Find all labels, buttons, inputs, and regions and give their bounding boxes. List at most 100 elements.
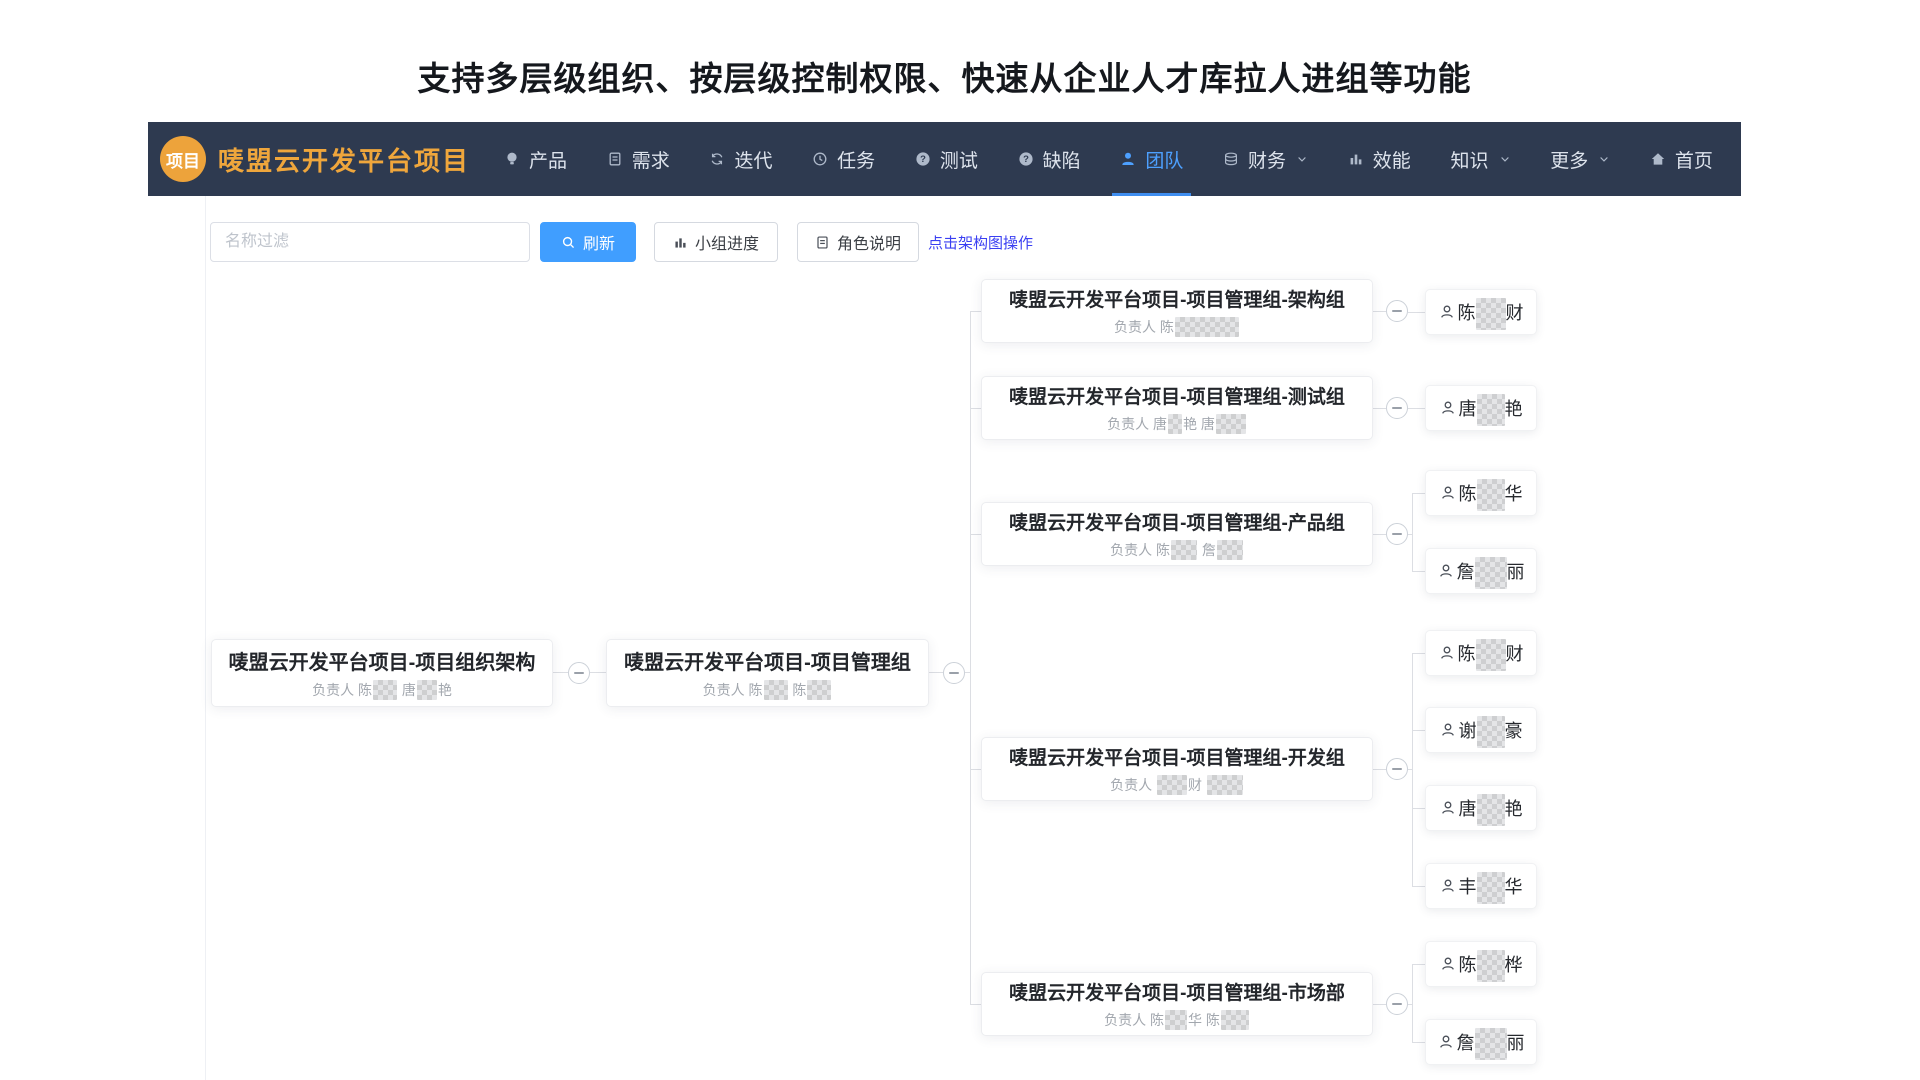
text-fragment: 丽 xyxy=(1507,562,1525,582)
member-node[interactable]: 陈财 xyxy=(1425,289,1537,335)
question-circle-icon: ? xyxy=(1018,151,1034,167)
connector-line xyxy=(929,672,943,673)
connector-line xyxy=(1412,808,1425,809)
collapse-toggle[interactable] xyxy=(1386,397,1408,419)
redacted-mosaic xyxy=(1477,794,1505,826)
org-root-node[interactable]: 唛盟云开发平台项目-项目组织架构 负责人 陈 唐艳 xyxy=(211,639,553,707)
node-leader: 负责人 陈 唐艳 xyxy=(312,680,452,700)
group-node-marketing[interactable]: 唛盟云开发平台项目-项目管理组-市场部 负责人 陈 华 陈 xyxy=(981,972,1373,1036)
member-node[interactable]: 唐艳 xyxy=(1425,785,1537,831)
role-description-button[interactable]: 角色说明 xyxy=(797,222,919,262)
nav-item-performance[interactable]: 效能 xyxy=(1348,122,1411,196)
group-node-testing[interactable]: 唛盟云开发平台项目-项目管理组-测试组 负责人 唐艳 唐 xyxy=(981,376,1373,440)
nav-label: 缺陷 xyxy=(1043,146,1081,173)
member-node[interactable]: 詹丽 xyxy=(1425,548,1537,594)
group-node-architecture[interactable]: 唛盟云开发平台项目-项目管理组-架构组 负责人 陈 xyxy=(981,279,1373,343)
nav-item-tasks[interactable]: 任务 xyxy=(812,122,875,196)
text-fragment: 财 xyxy=(1506,644,1524,664)
nav-item-more[interactable]: 更多 xyxy=(1550,122,1610,196)
nav-item-requirements[interactable]: 需求 xyxy=(607,122,670,196)
member-node[interactable]: 陈桦 xyxy=(1425,941,1537,987)
member-node[interactable]: 詹丽 xyxy=(1425,1019,1537,1065)
text-fragment: 财 xyxy=(1506,303,1524,323)
member-name: 詹丽 xyxy=(1457,1029,1525,1055)
nav-item-knowledge[interactable]: 知识 xyxy=(1450,122,1510,196)
node-leader: 负责人 陈 xyxy=(1114,317,1240,337)
member-node[interactable]: 谢豪 xyxy=(1425,707,1537,753)
connector-line xyxy=(970,1004,981,1005)
person-outline-icon xyxy=(1438,1034,1454,1050)
redacted-mosaic xyxy=(1476,298,1506,330)
nav-item-product[interactable]: 产品 xyxy=(504,122,567,196)
nav-item-defects[interactable]: ? 缺陷 xyxy=(1018,122,1081,196)
node-title: 唛盟云开发平台项目-项目管理组-开发组 xyxy=(1009,743,1345,770)
mgmt-group-node[interactable]: 唛盟云开发平台项目-项目管理组 负责人 陈 陈 xyxy=(606,639,929,707)
top-navbar: 项目 唛盟云开发平台项目 产品 需求 迭代 任务 ? 测试 xyxy=(148,122,1741,196)
node-title: 唛盟云开发平台项目-项目管理组-市场部 xyxy=(1009,978,1345,1005)
text-fragment: 桦 xyxy=(1505,955,1523,975)
member-node[interactable]: 陈财 xyxy=(1425,630,1537,676)
minus-icon xyxy=(1392,407,1402,409)
redacted-mosaic xyxy=(1168,414,1182,434)
text-fragment: 丽 xyxy=(1507,1033,1525,1053)
collapse-toggle[interactable] xyxy=(943,662,965,684)
diagram-operations-link[interactable]: 点击架构图操作 xyxy=(928,222,1033,262)
text-fragment: 华 陈 xyxy=(1188,1010,1220,1030)
redacted-mosaic xyxy=(1476,639,1506,671)
text-fragment: 詹 xyxy=(1457,562,1475,582)
member-node[interactable]: 丰华 xyxy=(1425,863,1537,909)
redacted-mosaic xyxy=(1221,1010,1249,1030)
collapse-toggle[interactable] xyxy=(568,662,590,684)
member-node[interactable]: 陈华 xyxy=(1425,470,1537,516)
member-name: 唐艳 xyxy=(1459,795,1523,821)
svg-text:?: ? xyxy=(1023,154,1029,165)
text-fragment: 负责人 陈 xyxy=(703,680,763,700)
name-filter-input[interactable] xyxy=(210,222,530,262)
nav-item-finance[interactable]: 财务 xyxy=(1223,122,1308,196)
connector-line xyxy=(1412,653,1425,654)
refresh-button[interactable]: 刷新 xyxy=(540,222,636,262)
member-name: 陈财 xyxy=(1458,640,1524,666)
collapse-toggle[interactable] xyxy=(1386,993,1408,1015)
svg-text:?: ? xyxy=(920,154,926,165)
text-fragment: 陈 xyxy=(1459,484,1477,504)
member-name: 詹丽 xyxy=(1457,558,1525,584)
minus-icon xyxy=(574,672,584,674)
connector-line xyxy=(1412,571,1425,572)
text-fragment: 负责人 陈 xyxy=(1104,1010,1164,1030)
nav-item-team[interactable]: 团队 xyxy=(1120,122,1183,196)
node-leader: 负责人 陈 华 陈 xyxy=(1104,1010,1250,1030)
redacted-mosaic xyxy=(1171,540,1197,560)
nav-item-home[interactable]: 首页 xyxy=(1650,122,1713,196)
collapse-toggle[interactable] xyxy=(1386,523,1408,545)
redacted-mosaic xyxy=(373,680,397,700)
group-node-development[interactable]: 唛盟云开发平台项目-项目管理组-开发组 负责人 财 xyxy=(981,737,1373,801)
collapse-toggle[interactable] xyxy=(1386,300,1408,322)
text-fragment: 丰 xyxy=(1459,877,1477,897)
connector-line xyxy=(1373,769,1386,770)
nav-item-testing[interactable]: ? 测试 xyxy=(915,122,978,196)
redacted-mosaic xyxy=(417,680,437,700)
nav-label: 知识 xyxy=(1450,146,1488,173)
node-leader: 负责人 陈 陈 xyxy=(703,680,833,700)
text-fragment: 唐 xyxy=(398,680,416,700)
connector-line xyxy=(1373,311,1386,312)
bar-chart-icon xyxy=(1348,151,1364,167)
member-name: 陈桦 xyxy=(1459,951,1523,977)
group-progress-button[interactable]: 小组进度 xyxy=(654,222,778,262)
redacted-mosaic xyxy=(1165,1010,1187,1030)
minus-icon xyxy=(1392,533,1402,535)
connector-line xyxy=(553,672,568,673)
connector-line xyxy=(1412,730,1425,731)
person-outline-icon xyxy=(1440,722,1456,738)
page-title: 支持多层级组织、按层级控制权限、快速从企业人才库拉人进组等功能 xyxy=(148,52,1741,100)
person-outline-icon xyxy=(1438,563,1454,579)
group-progress-label: 小组进度 xyxy=(695,230,759,254)
nav-item-iteration[interactable]: 迭代 xyxy=(709,122,772,196)
node-leader: 负责人 唐艳 唐 xyxy=(1107,414,1247,434)
text-fragment: 华 xyxy=(1505,877,1523,897)
collapse-toggle[interactable] xyxy=(1386,758,1408,780)
group-node-product[interactable]: 唛盟云开发平台项目-项目管理组-产品组 负责人 陈 詹 xyxy=(981,502,1373,566)
redacted-mosaic xyxy=(1157,775,1187,795)
member-node[interactable]: 唐艳 xyxy=(1425,385,1537,431)
